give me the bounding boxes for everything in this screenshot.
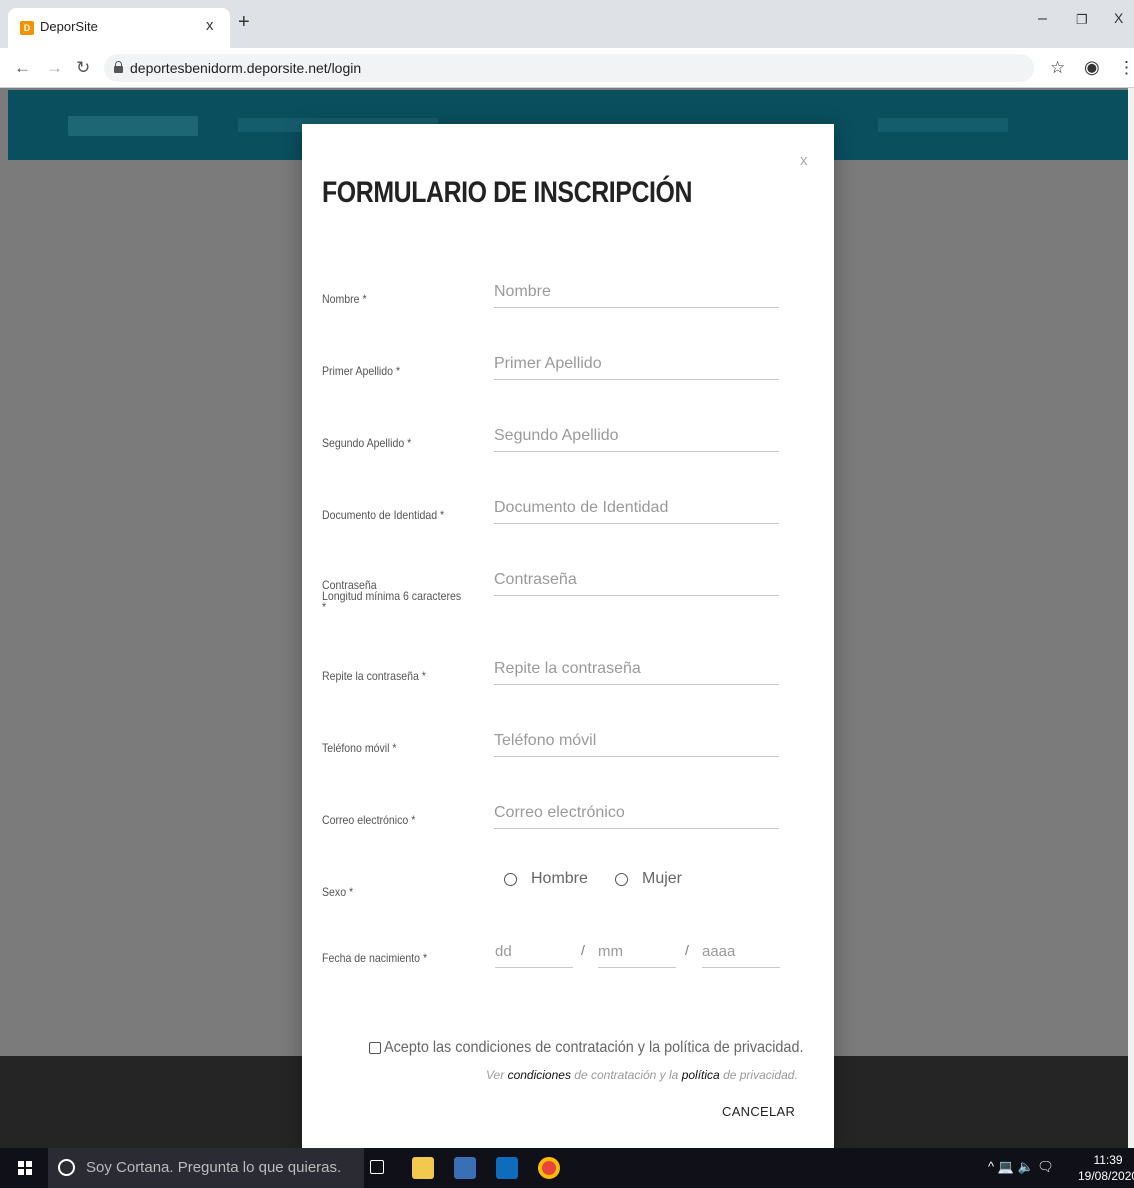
nombre-input[interactable]	[494, 276, 779, 308]
clock-date: 19/08/2020	[1078, 1169, 1134, 1183]
url-text: deportesbenidorm.deporsite.net/login	[130, 60, 362, 76]
fecha-aaaa-input[interactable]	[702, 936, 780, 968]
terms-ver-text: Ver	[486, 1068, 505, 1082]
site-nav-placeholder-right	[878, 118, 1008, 132]
page-scrollbar[interactable]	[1128, 88, 1134, 1148]
documento-label: Documento de Identidad *	[322, 508, 445, 522]
reload-icon[interactable]: ↻	[76, 58, 90, 78]
address-bar[interactable]: deportesbenidorm.deporsite.net/login	[104, 54, 1034, 82]
telefono-label: Teléfono móvil *	[322, 741, 397, 755]
nombre-label: Nombre *	[322, 292, 367, 306]
modal-title: FORMULARIO DE INSCRIPCIÓN	[322, 176, 693, 209]
accept-checkbox[interactable]	[369, 1042, 381, 1054]
browser-tab[interactable]: D DeporSite x	[8, 8, 230, 48]
fecha-dd-input[interactable]	[495, 936, 573, 968]
browser-toolbar: ← → ↻ deportesbenidorm.deporsite.net/log…	[0, 48, 1134, 88]
system-tray-icons[interactable]: ^ 💻 🔈 🗨	[988, 1159, 1054, 1175]
condiciones-link[interactable]: condiciones	[508, 1068, 571, 1082]
cortana-search-box[interactable]: Soy Cortana. Pregunta lo que quieras.	[48, 1148, 364, 1188]
chrome-icon[interactable]	[538, 1157, 560, 1179]
fecha-label: Fecha de nacimiento *	[322, 951, 428, 965]
accept-terms-text: Acepto las condiciones de contratación y…	[384, 1039, 804, 1056]
modal-close-icon[interactable]: x	[800, 152, 808, 169]
radio-mujer[interactable]: Mujer	[615, 870, 682, 888]
radio-hombre[interactable]: Hombre	[504, 870, 588, 888]
documento-input[interactable]	[494, 492, 779, 524]
back-arrow-icon[interactable]: ←	[14, 58, 31, 78]
tab-title: DeporSite	[40, 19, 98, 34]
correo-input[interactable]	[494, 797, 779, 829]
clock-time: 11:39	[1093, 1153, 1123, 1167]
terms-links: Ver condiciones de contratación y la pol…	[486, 1068, 798, 1082]
accept-terms[interactable]: Acepto las condiciones de contratación y…	[369, 1039, 850, 1057]
sexo-label: Sexo *	[322, 885, 354, 899]
repite-contrasena-input[interactable]	[494, 653, 779, 685]
primer-apellido-input[interactable]	[494, 348, 779, 380]
profile-avatar-icon[interactable]: ◉	[1084, 57, 1100, 78]
registration-modal: x FORMULARIO DE INSCRIPCIÓN Nombre * Pri…	[302, 124, 834, 1154]
repite-contrasena-label: Repite la contraseña *	[322, 669, 426, 683]
segundo-apellido-label: Segundo Apellido *	[322, 436, 412, 450]
browser-tab-strip: D DeporSite x + – ❐ X	[0, 0, 1134, 48]
radio-circle-icon[interactable]	[504, 872, 517, 886]
menu-kebab-icon[interactable]: ⋮	[1118, 58, 1134, 78]
date-separator: /	[581, 942, 585, 958]
deporsite-favicon-icon: D	[20, 21, 34, 35]
windows-start-icon[interactable]	[18, 1161, 32, 1175]
cortana-icon	[58, 1159, 75, 1176]
politica-link[interactable]: política	[682, 1068, 720, 1082]
outlook-icon[interactable]	[496, 1157, 518, 1179]
site-logo	[68, 116, 198, 136]
fecha-mm-input[interactable]	[598, 936, 676, 968]
telefono-input[interactable]	[494, 725, 779, 757]
date-separator: /	[685, 942, 689, 958]
contrasena-label-required: *	[322, 600, 327, 614]
tab-close-icon[interactable]: x	[206, 17, 214, 34]
primer-apellido-label: Primer Apellido *	[322, 364, 401, 378]
taskbar-clock[interactable]: 11:39 19/08/2020	[1078, 1152, 1134, 1184]
contrasena-label-line2: Longitud mínima 6 caracteres	[322, 589, 462, 603]
contrasena-input[interactable]	[494, 564, 779, 596]
cancel-button[interactable]: CANCELAR	[722, 1104, 795, 1119]
restore-button[interactable]: ❐	[1076, 12, 1088, 28]
segundo-apellido-input[interactable]	[494, 420, 779, 452]
radio-mujer-label: Mujer	[642, 870, 683, 887]
correo-label: Correo electrónico *	[322, 813, 416, 827]
lock-icon	[114, 61, 123, 73]
terms-contratacion-text: de contratación y la	[574, 1068, 679, 1082]
contrasena-label: Contraseña Longitud mínima 6 caracteres …	[322, 579, 462, 614]
cortana-search-text: Soy Cortana. Pregunta lo que quieras.	[86, 1159, 342, 1176]
radio-hombre-label: Hombre	[531, 870, 588, 887]
new-tab-button[interactable]: +	[238, 12, 250, 32]
close-window-button[interactable]: X	[1114, 10, 1123, 26]
terms-privacidad-text: de privacidad.	[723, 1068, 798, 1082]
forward-arrow-icon[interactable]: →	[46, 58, 63, 78]
task-view-icon[interactable]	[370, 1160, 384, 1174]
bookmark-star-icon[interactable]: ☆	[1050, 58, 1065, 78]
windows-taskbar: Soy Cortana. Pregunta lo que quieras. ^ …	[0, 1148, 1134, 1188]
file-explorer-icon[interactable]	[412, 1157, 434, 1179]
minimize-button[interactable]: –	[1038, 10, 1047, 28]
radio-circle-icon[interactable]	[615, 872, 628, 886]
network-app-icon[interactable]	[454, 1157, 476, 1179]
